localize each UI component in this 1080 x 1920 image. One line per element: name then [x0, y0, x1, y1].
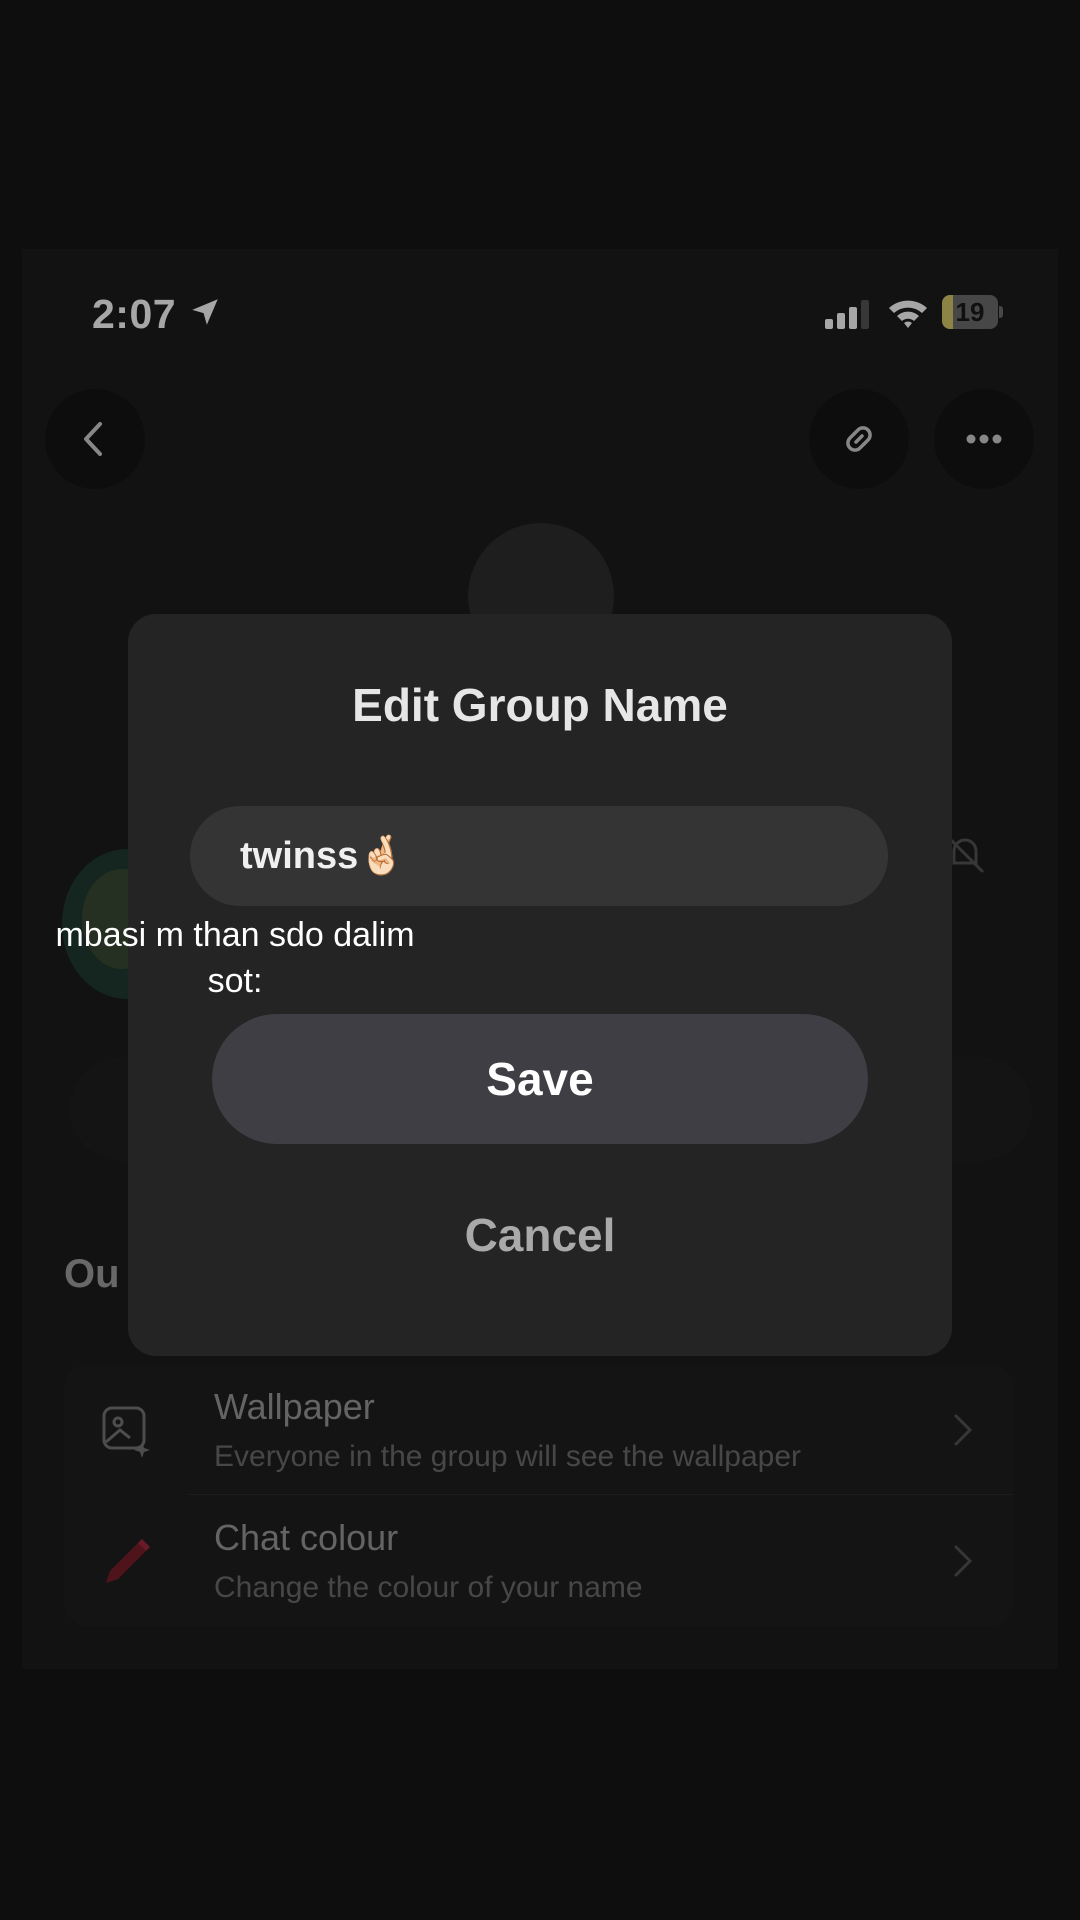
group-name-value: twinss🤞🏻 — [240, 835, 406, 877]
save-button[interactable]: Save — [212, 1014, 868, 1144]
caption-line-2: sot: — [207, 962, 263, 1000]
save-label: Save — [486, 1053, 594, 1105]
cancel-button[interactable]: Cancel — [378, 1184, 702, 1284]
overlay-caption: mbasi m than sdo dalim sot: — [30, 912, 440, 1004]
group-name-input[interactable]: twinss🤞🏻 — [190, 806, 888, 906]
cancel-label: Cancel — [464, 1209, 616, 1261]
dialog-title: Edit Group Name — [352, 679, 728, 731]
caption-line-1: mbasi m than sdo dalim — [55, 916, 415, 954]
